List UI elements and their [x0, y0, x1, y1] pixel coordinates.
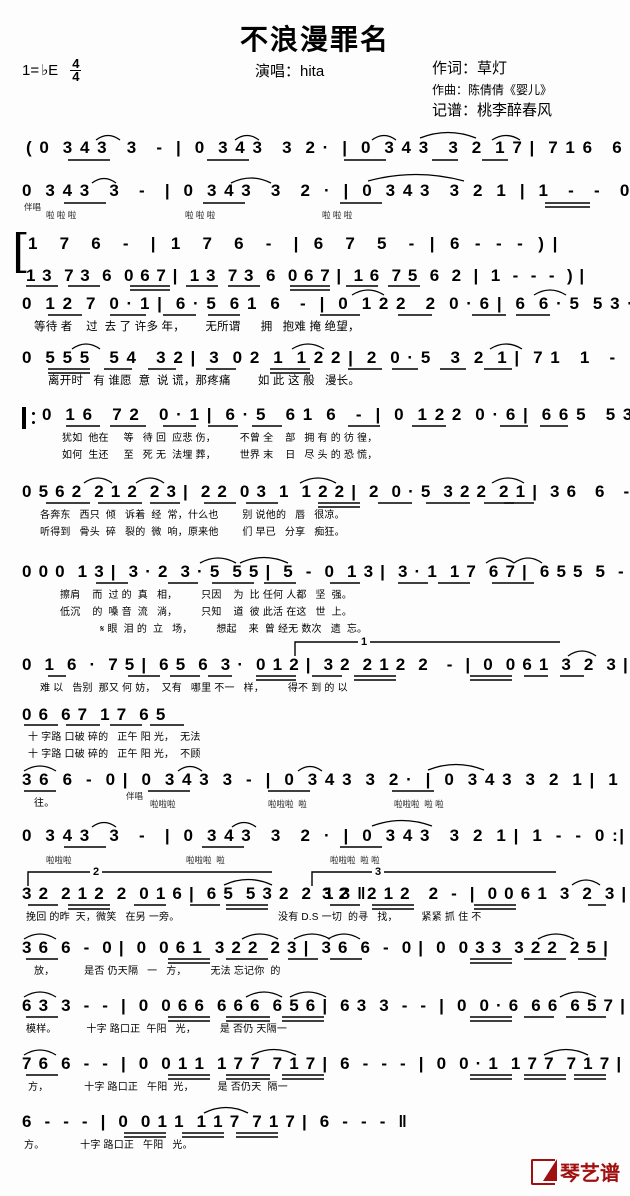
note-line-ending3: 3 2 2 1 2 2 - | 0 0 6 1 3 2 3 |: [322, 884, 628, 903]
note-line: 0 5 5 5 5 4 3 2 | 3 0 2 1 1 2 2 | 2 0 · …: [22, 348, 630, 367]
syllable-line: 啦啦啦: [150, 799, 176, 809]
lyric-line-verse2: 听得到 骨头 碎 裂的 微 响，原来他 们 早已 分享 痴狂。: [40, 527, 345, 538]
note-line: 3 6 6 - 0 | 0 3 4 3 3 - | 0 3 4 3 3 2 · …: [22, 770, 630, 789]
logo-mark-icon: [531, 1158, 557, 1185]
note-line: 0 3 4 3 3 - | 0 3 4 3 3 2 · | 0 3 4 3 3 …: [22, 181, 630, 200]
lyric-line-verse1: 擦肩 而 过 的 真 相， 只因 为 比 任何 人都 坚 强。: [60, 590, 353, 601]
staff-system: 0 6 6 7 1 7 6 5 十 字路 口破 碎的 正午 阳 光， 无法 十 …: [0, 705, 630, 760]
staff-system: 0 0 0 1 3 | 3 · 2 3 · 5 5 5 | 5 - 0 1 3 …: [0, 562, 630, 635]
lyric-line-verse1: 十 字路 口破 碎的 正午 阳 光， 无法: [28, 732, 201, 743]
staff-system: 1 3 7 3 6 0 6 7 | 1 3 7 3 6 0 6 7 | 1 6 …: [0, 266, 630, 286]
staff-system: 1 7 6 - | 1 7 6 - | 6 7 5 - | 6 - - - ) …: [0, 234, 630, 254]
backing-vocal-mark: 伴唱: [24, 202, 42, 212]
syllable-line: 啦 啦 啦: [185, 210, 216, 220]
note-line: 0 6 6 7 1 7 6 5: [22, 705, 167, 724]
note-line-ending2: 3 2 2 1 2 2 0 1 6 | 6 5 5 3 2 2 1 3 ‖: [22, 884, 367, 903]
staff-system: 0 1 6 · 7 5 | 6 5 6 3 · 0 1 2 | 3 2 2 1 …: [0, 655, 630, 694]
key-label: 1=: [22, 61, 40, 79]
lyric-line: 难 以 告别 那又 何 妨， 又有 哪里 不一 样， 得不 到 的 以: [40, 683, 348, 694]
staff-system: 0 5 6 2 2 1 2 2 3 | 2 2 0 3 1 1 2 2 | 2 …: [0, 482, 630, 538]
syllable-line: 啦啦啦 啦 啦: [330, 855, 380, 865]
lyric-line-ending3: 没有 D.S 一切 的寻 找， 紧紧 抓 住 不: [278, 912, 482, 923]
ending-number-2: 2: [90, 866, 103, 878]
lyric-line: 模样。 十字 路口正 午阳 光， 是 否仍 天隔一: [26, 1024, 288, 1035]
staff-system: 0 1 6 7 2 0 · 1 | 6 · 5 6 1 6 - | 0 1 2 …: [0, 405, 630, 461]
site-logo[interactable]: 琴艺谱: [531, 1157, 620, 1186]
meter-denominator: 4: [72, 68, 80, 84]
syllable-line: 啦 啦 啦: [322, 210, 353, 220]
repeat-dot: [32, 421, 35, 424]
time-signature: 4 4: [70, 57, 82, 84]
sheet-music-page: 不浪漫罪名 1= ♭E 4 4 演唱：hita 作词：草灯 作曲：陈倩倩《婴儿》…: [0, 0, 630, 1196]
lyric-line: 方。 十字 路口正 午阳 光。: [24, 1140, 193, 1151]
lyric-line-verse2: 低沉 的 嗓 音 流 淌， 只知 道 彼 此活 在这 世 上。: [60, 607, 353, 618]
staff-system: 0 3 4 3 3 - | 0 3 4 3 3 2 · | 0 3 4 3 3 …: [0, 181, 630, 220]
note-line: 0 1 6 · 7 5 | 6 5 6 3 · 0 1 2 | 3 2 2 1 …: [22, 655, 629, 674]
staff-system: 0 5 5 5 5 4 3 2 | 3 0 2 1 1 2 2 | 2 0 · …: [0, 348, 630, 387]
repeat-start-barline: [22, 407, 33, 429]
lyric-line: 等待 者 过 去 了 许多 年， 无所谓 拥 抱难 掩 绝望，: [34, 321, 360, 333]
note-line: 0 0 0 1 3 | 3 · 2 3 · 5 5 5 | 5 - 0 1 3 …: [22, 562, 630, 581]
syllable-line: 啦 啦 啦: [46, 210, 77, 220]
note-line: ( 0 3 4 3 3 - | 0 3 4 3 3 2 · | 0 3 4 3 …: [26, 138, 630, 157]
key-signature: 1= ♭E 4 4: [22, 57, 82, 84]
lyric-line: 离开时 有 谁愿 意 说 谎，那疼痛 如 此 这 般 漫长。: [48, 375, 361, 387]
ending-number-1: 1: [358, 636, 371, 648]
transcriber-credit: 记谱：桃李醉春风: [432, 102, 553, 119]
syllable-line: 啦啦啦: [46, 855, 72, 865]
lyric-line-verse1: 各奔东 西只 倾 诉着 经 常，什么也 别 说他的 唇 很凉。: [40, 510, 345, 521]
note-line: 0 1 6 7 2 0 · 1 | 6 · 5 6 1 6 - | 0 1 2 …: [42, 405, 630, 424]
note-line: 3 6 6 - 0 | 0 0 6 1 3 2 2 2 3 | 3 6 6 - …: [22, 938, 610, 957]
lyric-line: 往。: [34, 798, 55, 809]
note-line: 1 3 7 3 6 0 6 7 | 1 3 7 3 6 0 6 7 | 1 6 …: [26, 266, 586, 285]
note-line: 0 3 4 3 3 - | 0 3 4 3 3 2 · | 0 3 4 3 3 …: [22, 826, 626, 845]
staff-system: 0 3 4 3 3 - | 0 3 4 3 3 2 · | 0 3 4 3 3 …: [0, 826, 630, 865]
syllable-line: 啦啦啦 啦: [268, 799, 307, 809]
note-line: 7 6 6 - - | 0 0 1 1 1 7 7 7 1 7 | 6 - - …: [22, 1054, 623, 1073]
composer-credit: 作曲：陈倩倩《婴儿》: [432, 83, 553, 98]
staff-system: 3 6 6 - 0 | 0 3 4 3 3 - | 0 3 4 3 3 2 · …: [0, 770, 630, 809]
note-line: 0 1 2 7 0 · 1 | 6 · 5 6 1 6 - | 0 1 2 2 …: [22, 294, 630, 313]
staff-system: 6 - - - | 0 0 1 1 1 1 7 7 1 7 | 6 - - - …: [0, 1112, 630, 1151]
staff-system: 0 1 2 7 0 · 1 | 6 · 5 6 1 6 - | 0 1 2 2 …: [0, 294, 630, 333]
staff-system: 7 6 6 - - | 0 0 1 1 1 7 7 7 1 7 | 6 - - …: [0, 1054, 630, 1093]
staff-system: 6 3 3 - - | 0 0 6 6 6 6 6 6 5 6 | 6 3 3 …: [0, 996, 630, 1035]
key-value: ♭E: [41, 62, 59, 80]
staff-system: 3 6 6 - 0 | 0 0 6 1 3 2 2 2 3 | 3 6 6 - …: [0, 938, 630, 977]
repeat-dot: [32, 412, 35, 415]
lyric-line-verse1: 犹如 他在 等 待 回 应悲 伤， 不曾 全 部 拥 有 的 彷 徨，: [62, 433, 378, 444]
syllable-line: 啦啦啦 啦: [186, 855, 225, 865]
note-line: 6 - - - | 0 0 1 1 1 1 7 7 1 7 | 6 - - - …: [22, 1112, 409, 1131]
lyric-line: 放， 是否 仍天隔 一 方， 无法 忘记你 的: [34, 966, 281, 977]
backing-vocal-mark: 伴唱: [126, 791, 144, 801]
lyric-line-verse2: 十 字路 口破 碎的 正午 阳 光， 不顾: [28, 749, 201, 760]
lyric-line: 方， 十字 路口正 午阳 光， 是 否仍天 隔一: [28, 1082, 288, 1093]
lyric-line-verse3: 𝄋 眼 泪 的 立 场， 想起 来 曾 经无 数次 遗 忘。: [100, 624, 368, 635]
singer-credit: 演唱：hita: [255, 63, 325, 80]
note-line: 6 3 3 - - | 0 0 6 6 6 6 6 6 5 6 | 6 3 3 …: [22, 996, 627, 1015]
note-line: 0 5 6 2 2 1 2 2 3 | 2 2 0 3 1 1 2 2 | 2 …: [22, 482, 630, 501]
staff-system: ( 0 3 4 3 3 - | 0 3 4 3 3 2 · | 0 3 4 3 …: [0, 138, 630, 158]
syllable-line: 啦啦啦 啦 啦: [394, 799, 444, 809]
logo-text: 琴艺谱: [560, 1163, 620, 1185]
lyric-line-verse2: 如何 生还 至 死 无 法埋 葬， 世界 末 日 尽 头 的 恐 慌，: [62, 450, 378, 461]
note-line: 1 7 6 - | 1 7 6 - | 6 7 5 - | 6 - - - ) …: [28, 234, 560, 253]
lyric-line-ending2: 挽回 的昨 天，微笑 在另 一旁。: [26, 912, 180, 923]
ending-number-3: 3: [372, 866, 385, 878]
page-title: 不浪漫罪名: [239, 24, 390, 55]
credits-block: 作词：草灯 作曲：陈倩倩《婴儿》 记谱：桃李醉春风: [432, 58, 552, 123]
lyricist-credit: 作词：草灯: [432, 61, 508, 77]
